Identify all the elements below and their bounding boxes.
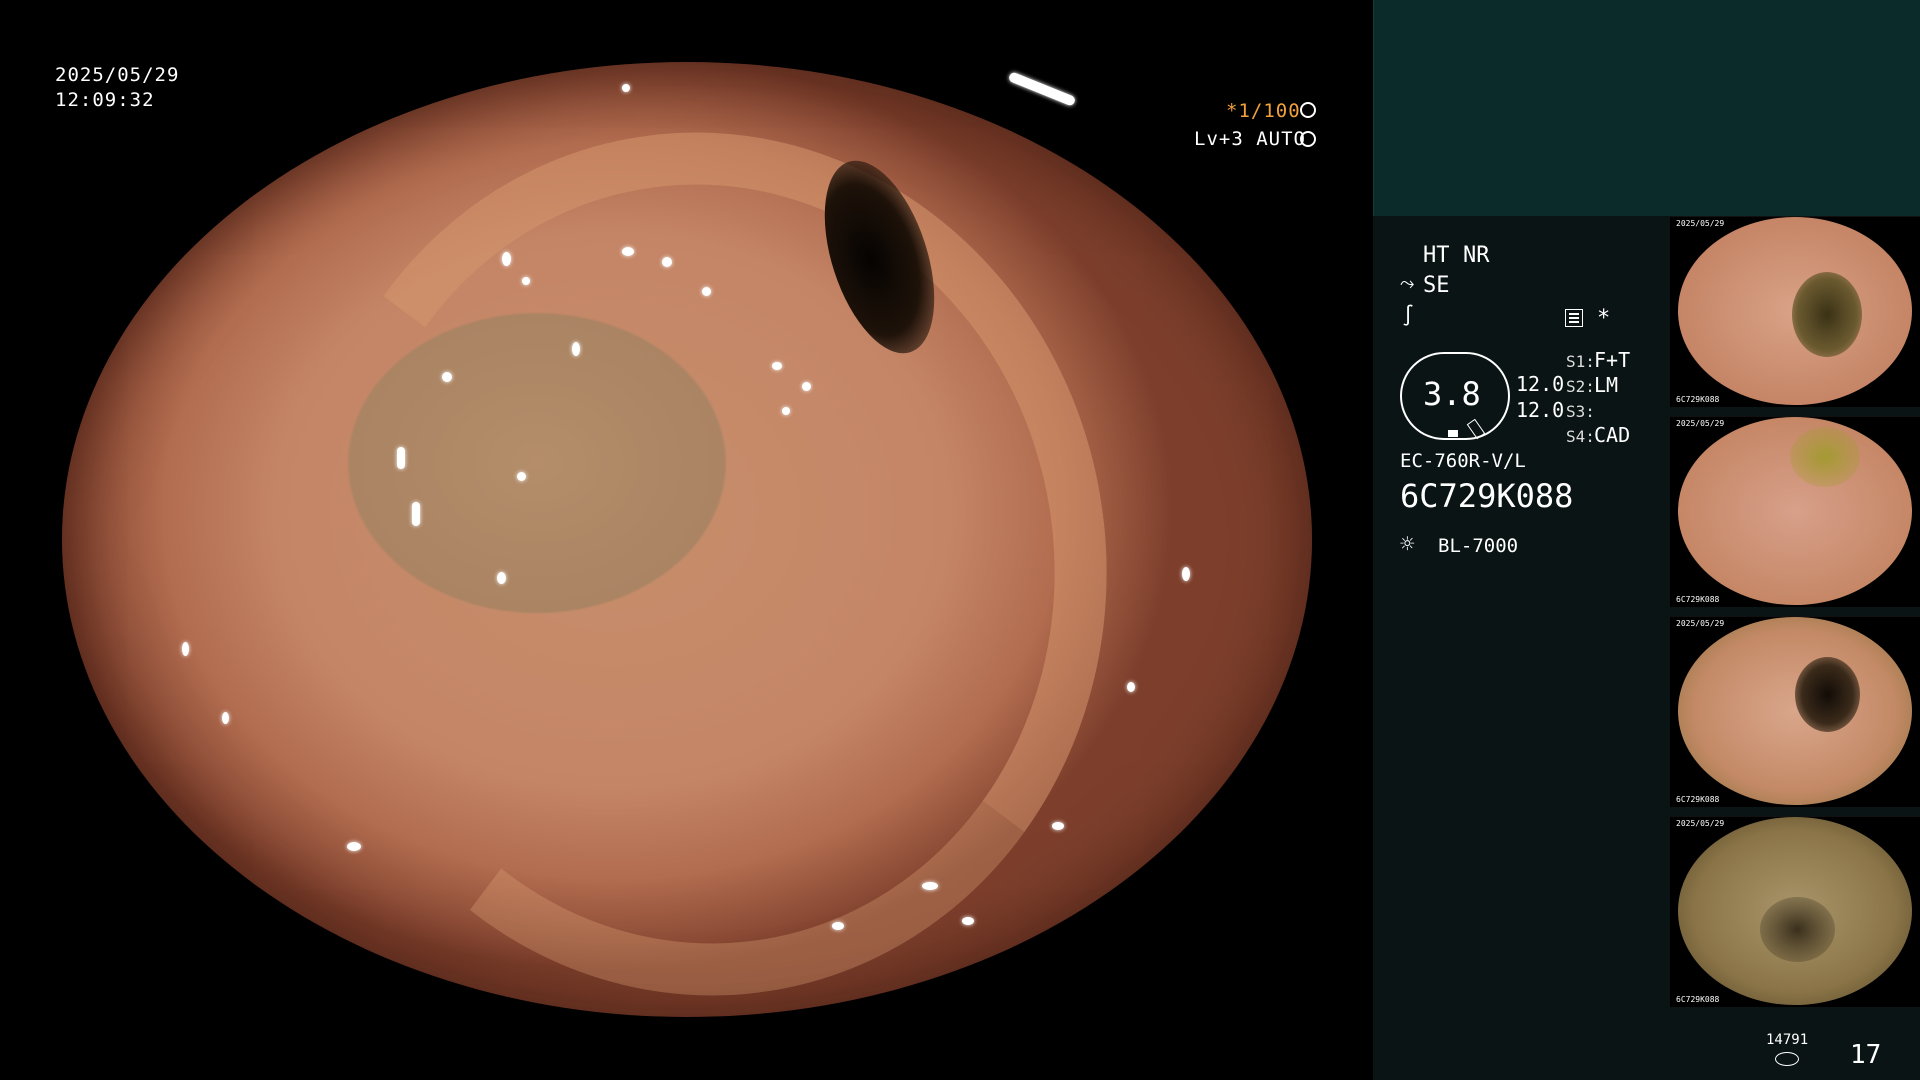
specular-highlight	[347, 842, 361, 851]
specular-highlight	[832, 922, 844, 930]
s3-label: S3:	[1566, 402, 1595, 421]
disk-icon	[1775, 1052, 1799, 1066]
specular-highlight	[397, 447, 405, 469]
specular-highlight	[497, 572, 506, 584]
s1-label: S1:	[1566, 352, 1595, 371]
nr-indicator: NR	[1463, 243, 1490, 268]
thumbnail-caption-bottom: 6C729K088	[1676, 795, 1720, 804]
thumbnail-lumen	[1790, 427, 1860, 487]
specular-highlight	[1182, 567, 1190, 581]
specular-highlight	[622, 247, 634, 256]
thumbnail-1[interactable]: 2025/05/29 6C729K088	[1670, 216, 1920, 407]
specular-highlight	[622, 84, 630, 92]
specular-highlight	[702, 287, 711, 296]
thumbnail-lumen	[1760, 897, 1835, 962]
scope-model: EC-760R-V/L	[1400, 450, 1526, 472]
endoscopy-view	[62, 62, 1312, 1017]
shutter-label: *1/100	[1226, 100, 1301, 122]
s4-value: CAD	[1594, 423, 1631, 447]
thumbnail-4[interactable]: 2025/05/29 6C729K088	[1670, 816, 1920, 1007]
ht-indicator: HT	[1423, 243, 1450, 268]
storage-count: 14791	[1766, 1032, 1809, 1048]
panel-header-area	[1373, 0, 1920, 216]
specular-highlight	[662, 257, 672, 267]
specular-highlight	[772, 362, 782, 370]
specular-highlight	[922, 882, 938, 890]
menu-icon	[1565, 309, 1583, 327]
thumbnail-caption-top: 2025/05/29	[1676, 219, 1725, 228]
specular-highlight	[1007, 71, 1077, 107]
specular-highlight	[1052, 822, 1064, 830]
specular-highlight	[802, 382, 811, 391]
value-1: 12.0	[1516, 372, 1565, 396]
thumbnail-caption-bottom: 6C729K088	[1676, 995, 1720, 1004]
light-source-model: BL-7000	[1438, 535, 1519, 557]
specular-highlight	[782, 407, 790, 415]
freeze-icon: ∫	[1402, 303, 1415, 327]
scope-serial: 6C729K088	[1400, 477, 1574, 515]
asterisk-indicator: *	[1597, 306, 1611, 331]
thumbnail-image	[1678, 617, 1912, 805]
zoom-value: 3.8	[1423, 375, 1481, 413]
specular-highlight	[517, 472, 526, 481]
thumbnail-3[interactable]: 2025/05/29 6C729K088	[1670, 616, 1920, 807]
thumbnail-lumen	[1792, 272, 1862, 357]
specular-highlight	[962, 917, 974, 925]
s1-value: F+T	[1594, 348, 1631, 372]
thumbnail-lumen	[1795, 657, 1860, 732]
thumbnail-caption-top: 2025/05/29	[1676, 419, 1725, 428]
time-label: 12:09:32	[55, 89, 155, 111]
specular-highlight	[442, 372, 452, 382]
enhance-label: Lv+3 AUTO	[1194, 128, 1306, 150]
specular-highlight	[522, 277, 530, 285]
s4-label: S4:	[1566, 427, 1595, 446]
iris-icon	[1300, 131, 1316, 147]
scissors-icon: ⤳	[1400, 273, 1415, 294]
thumbnail-caption-top: 2025/05/29	[1676, 619, 1725, 628]
specular-highlight	[412, 502, 420, 526]
thumbnail-caption-top: 2025/05/29	[1676, 819, 1725, 828]
specular-highlight	[182, 642, 189, 656]
s2-label: S2:	[1566, 377, 1595, 396]
aperture-icon	[1300, 102, 1316, 118]
lamp-icon: ☼	[1400, 530, 1415, 558]
value-2: 12.0	[1516, 398, 1565, 422]
thumbnail-2[interactable]: 2025/05/29 6C729K088	[1670, 416, 1920, 607]
specular-highlight	[222, 712, 229, 724]
s2-value: LM	[1594, 373, 1619, 397]
zoom-marker	[1448, 430, 1458, 437]
specular-highlight	[572, 342, 580, 356]
image-count: 17	[1850, 1040, 1882, 1070]
specular-highlight	[1127, 682, 1135, 692]
thumbnail-caption-bottom: 6C729K088	[1676, 395, 1720, 404]
specular-highlight	[502, 252, 511, 266]
thumbnail-caption-bottom: 6C729K088	[1676, 595, 1720, 604]
date-label: 2025/05/29	[55, 64, 180, 86]
se-indicator: SE	[1423, 273, 1450, 298]
